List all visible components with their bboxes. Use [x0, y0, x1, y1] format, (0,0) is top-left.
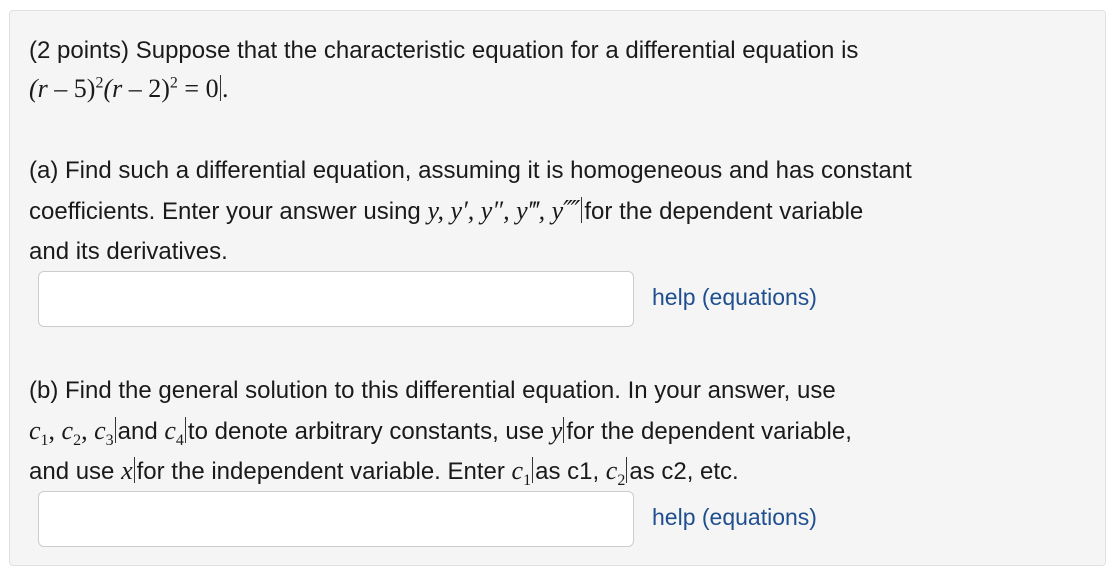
- part-b-line-1: (b) Find the general solution to this di…: [29, 377, 836, 404]
- part-a-line-1: (a) Find such a differential equation, a…: [29, 157, 912, 184]
- problem-container: (2 points) Suppose that the characterist…: [9, 10, 1106, 566]
- part-a-help-equations-link[interactable]: help (equations): [652, 284, 817, 311]
- part-a-answer-input[interactable]: [38, 271, 634, 327]
- part-a-line-2: coefficients. Enter your answer using y,…: [29, 196, 864, 225]
- characteristic-equation: (r – 5)2(r – 2)2 = 0.: [29, 74, 230, 103]
- part-b-answer-input[interactable]: [38, 491, 634, 547]
- part-b-line-3: and use x for the independent variable. E…: [29, 456, 739, 490]
- part-a-line-3: and its derivatives.: [29, 238, 228, 265]
- intro-text: (2 points) Suppose that the characterist…: [29, 37, 859, 64]
- part-b-help-equations-link[interactable]: help (equations): [652, 504, 817, 531]
- part-b-line-2: c1, c2, c3 and c4 to denote arbitrary cons…: [29, 416, 852, 450]
- derivatives-notation: y, y′, y″, y‴, y⁗: [427, 196, 581, 225]
